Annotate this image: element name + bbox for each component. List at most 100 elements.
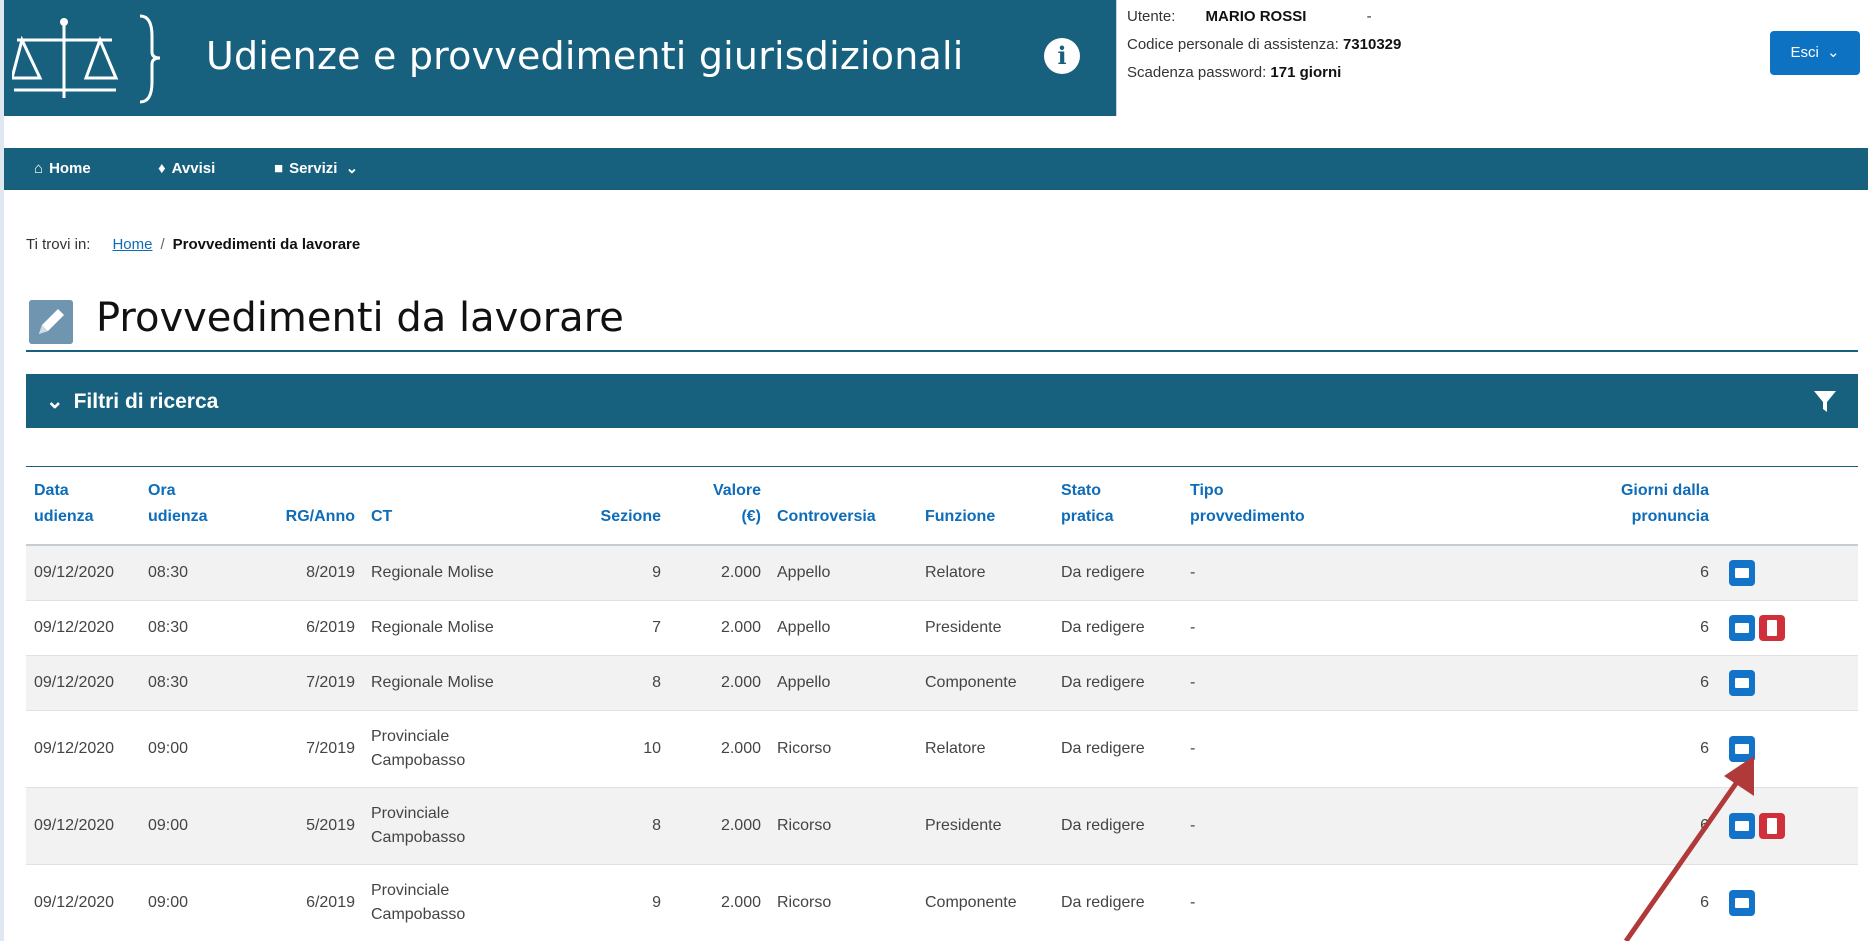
cell-sezione: 8 — [569, 655, 669, 711]
cell-valore: 2.000 — [669, 710, 769, 788]
nav-item-servizi[interactable]: ■ Servizi ⌄ — [274, 148, 358, 190]
breadcrumb-home-link[interactable]: Home — [112, 236, 152, 253]
col-header-ora-udienza[interactable]: Ora udienza — [140, 468, 264, 546]
title-divider — [26, 350, 1858, 352]
nav-avvisi-label: Avvisi — [171, 160, 216, 177]
table-row[interactable]: 09/12/2020 09:00 7/2019 Provinciale Campo… — [26, 710, 1858, 788]
cell-valore: 2.000 — [669, 787, 769, 865]
col-header-controversia[interactable]: Controversia — [769, 468, 917, 546]
assistance-code-value: 7310329 — [1342, 36, 1402, 53]
cell-valore: 2.000 — [669, 545, 769, 601]
cell-actions — [1717, 787, 1858, 865]
breadcrumb-current: Provvedimenti da lavorare — [172, 236, 361, 253]
page: Udienze e provvedimenti giurisdizionali … — [4, 0, 1868, 941]
cell-ct: Provinciale Campobasso — [363, 864, 569, 941]
folder-icon[interactable] — [1729, 669, 1755, 696]
cell-controversia: Ricorso — [769, 710, 917, 788]
cell-actions — [1717, 600, 1858, 656]
cell-valore: 2.000 — [669, 655, 769, 711]
cell-giorni: 6 — [1471, 600, 1717, 656]
cell-giorni: 6 — [1471, 710, 1717, 788]
folder-icon[interactable] — [1729, 559, 1755, 586]
table-row[interactable]: 09/12/2020 08:30 8/2019 Regionale Molise… — [26, 545, 1858, 601]
cell-rg: 6/2019 — [264, 864, 363, 941]
user-dash: - — [1366, 8, 1372, 25]
folder-icon[interactable] — [1729, 812, 1755, 839]
filter-panel-toggle[interactable]: ⌄ Filtri di ricerca — [26, 374, 1858, 428]
col-header-stato-pratica[interactable]: Stato pratica — [1053, 468, 1182, 546]
col-header-ct[interactable]: CT — [363, 468, 569, 546]
info-icon[interactable]: i — [1044, 38, 1080, 74]
table-row[interactable]: 09/12/2020 08:30 7/2019 Regionale Molise… — [26, 655, 1858, 711]
cell-sezione: 9 — [569, 545, 669, 601]
cell-controversia: Appello — [769, 545, 917, 601]
nav-home-label: Home — [49, 160, 91, 177]
cell-ora: 08:30 — [140, 600, 264, 656]
breadcrumb-prefix: Ti trovi in: — [26, 236, 91, 253]
folder-icon[interactable] — [1729, 735, 1755, 762]
cell-actions — [1717, 864, 1858, 941]
cell-giorni: 6 — [1471, 787, 1717, 865]
col-header-sezione[interactable]: Sezione — [569, 468, 669, 546]
nav-servizi-label: Servizi — [289, 160, 338, 177]
nav-item-avvisi[interactable]: ♦ Avvisi — [158, 148, 215, 190]
cell-ora: 09:00 — [140, 710, 264, 788]
logout-button[interactable]: Esci ⌄ — [1770, 31, 1860, 75]
table-top-rule — [26, 466, 1858, 467]
cell-tipo: - — [1182, 655, 1471, 711]
bell-icon: ♦ — [158, 160, 166, 177]
cell-data: 09/12/2020 — [26, 787, 140, 865]
cell-tipo: - — [1182, 710, 1471, 788]
cell-rg: 6/2019 — [264, 600, 363, 656]
col-header-actions — [1717, 468, 1858, 546]
assistance-code-line: Codice personale di assistenza: 7310329 — [1127, 36, 1401, 53]
cell-actions — [1717, 655, 1858, 711]
folder-icon[interactable] — [1729, 889, 1755, 916]
table-row[interactable]: 09/12/2020 09:00 6/2019 Provinciale Campo… — [26, 864, 1858, 941]
funnel-icon[interactable] — [1812, 388, 1838, 414]
cell-actions — [1717, 545, 1858, 601]
cell-funzione: Componente — [917, 655, 1053, 711]
col-header-data-udienza[interactable]: Data udienza — [26, 468, 140, 546]
col-header-giorni-pronuncia[interactable]: Giorni dalla pronuncia — [1471, 468, 1717, 546]
cell-ct: Regionale Molise — [363, 545, 569, 601]
cell-ora: 09:00 — [140, 864, 264, 941]
cell-ct: Regionale Molise — [363, 655, 569, 711]
cell-tipo: - — [1182, 787, 1471, 865]
cell-rg: 8/2019 — [264, 545, 363, 601]
chevron-down-icon: ⌄ — [1826, 44, 1840, 61]
chevron-down-icon: ⌄ — [46, 390, 64, 413]
cell-actions — [1717, 710, 1858, 788]
folder-icon[interactable] — [1729, 614, 1755, 641]
user-line: Utente: MARIO ROSSI - — [1127, 8, 1372, 25]
col-header-tipo-provvedimento[interactable]: Tipo provvedimento — [1182, 468, 1471, 546]
cell-giorni: 6 — [1471, 655, 1717, 711]
col-header-valore[interactable]: Valore (€) — [669, 468, 769, 546]
table-row[interactable]: 09/12/2020 09:00 5/2019 Provinciale Campo… — [26, 787, 1858, 865]
pdf-icon[interactable] — [1759, 812, 1785, 839]
scales-logo-icon — [12, 14, 161, 104]
col-header-funzione[interactable]: Funzione — [917, 468, 1053, 546]
cell-stato: Da redigere — [1053, 600, 1182, 656]
cell-ora: 09:00 — [140, 787, 264, 865]
filter-label-text: Filtri di ricerca — [73, 390, 219, 413]
cell-stato: Da redigere — [1053, 710, 1182, 788]
cell-controversia: Ricorso — [769, 864, 917, 941]
assistance-code-label: Codice personale di assistenza: — [1127, 36, 1339, 53]
cell-funzione: Presidente — [917, 787, 1053, 865]
breadcrumb-separator: / — [160, 236, 165, 253]
nav-item-home[interactable]: ⌂ Home — [34, 148, 91, 190]
table-header-row: Data udienza Ora udienza RG/Anno CT Sezion… — [26, 468, 1858, 546]
pdf-icon[interactable] — [1759, 614, 1785, 641]
table-row[interactable]: 09/12/2020 08:30 6/2019 Regionale Molise… — [26, 600, 1858, 656]
cell-tipo: - — [1182, 600, 1471, 656]
col-header-rg-anno[interactable]: RG/Anno — [264, 468, 363, 546]
password-expiry-label: Scadenza password: — [1127, 64, 1267, 81]
cell-tipo: - — [1182, 545, 1471, 601]
cell-giorni: 6 — [1471, 545, 1717, 601]
home-icon: ⌂ — [34, 160, 44, 177]
cell-tipo: - — [1182, 864, 1471, 941]
logout-label: Esci — [1790, 44, 1819, 61]
cell-ct: Provinciale Campobasso — [363, 710, 569, 788]
cell-sezione: 8 — [569, 787, 669, 865]
